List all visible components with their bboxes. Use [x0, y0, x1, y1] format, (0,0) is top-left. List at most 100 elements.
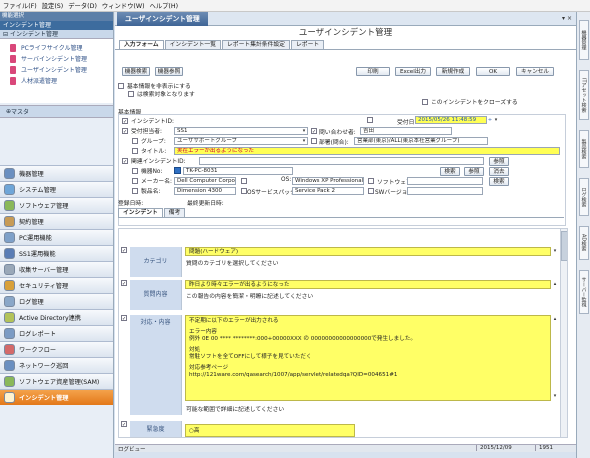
nav-active-directory[interactable]: Active Directory連携: [0, 309, 113, 325]
menu-settings[interactable]: 設定(S): [42, 1, 64, 10]
nav-equipment[interactable]: 機器管理: [0, 165, 113, 181]
os-checkbox[interactable]: [241, 178, 247, 184]
calendar-dropdown-icon[interactable]: ▾: [493, 117, 499, 123]
chevron-down-icon[interactable]: ▾: [552, 248, 558, 254]
right-tab-it-asset[interactable]: ITアセット検索: [579, 70, 589, 120]
nav-incident[interactable]: インシデント管理: [0, 389, 113, 405]
maker-checkbox[interactable]: [132, 177, 138, 184]
nav-network-patrol[interactable]: ネットワーク巡回: [0, 357, 113, 373]
dept-field[interactable]: 営業部(東京)/ALL(東京本社営業グループ): [354, 137, 488, 145]
submenu-item-staffing[interactable]: 人材派遣管理: [0, 75, 113, 86]
receiver-select[interactable]: SS1: [174, 127, 308, 135]
menu-help[interactable]: ヘルプ(H): [150, 1, 179, 10]
urgency-checkbox[interactable]: [121, 421, 127, 427]
excel-export-button[interactable]: Excel出力: [395, 67, 431, 76]
scroll-down-icon[interactable]: ▾: [552, 393, 558, 399]
print-button[interactable]: 印刷: [356, 67, 390, 76]
equipment-search-button[interactable]: 機器検索: [122, 67, 150, 76]
tab-incident-list[interactable]: インシデント一覧: [164, 40, 221, 49]
master-section[interactable]: ⊕ マスタ: [0, 105, 113, 118]
nav-software[interactable]: ソフトウェア管理: [0, 197, 113, 213]
category-select[interactable]: 問題(ハードウェア): [185, 247, 551, 256]
response-textarea[interactable]: 不定期に以下のエラーが出力される エラー内容 例外 0E 00 **** ***…: [185, 315, 551, 401]
related-checkbox[interactable]: [122, 157, 128, 164]
inquirer-field[interactable]: 吉田: [360, 127, 452, 135]
received-date-checkbox[interactable]: [367, 117, 373, 123]
chevron-down-icon[interactable]: ▾: [301, 138, 307, 144]
right-tab-server-monitor[interactable]: サーバー監視: [579, 270, 589, 314]
log-view-label[interactable]: ログビュー: [118, 445, 146, 453]
expand-icon[interactable]: ▴: [552, 281, 558, 287]
product-field[interactable]: Dimension 4300: [174, 187, 236, 195]
cancel-button[interactable]: キャンセル: [516, 67, 554, 76]
menu-data[interactable]: データ(D): [68, 1, 97, 10]
submenu-item-user-incident[interactable]: ユーザインシデント管理: [0, 64, 113, 75]
title-field[interactable]: 実在エラーが出るようになった: [174, 147, 560, 155]
group-checkbox[interactable]: [132, 137, 138, 144]
machine-checkbox[interactable]: [132, 167, 138, 174]
machine-field[interactable]: TK-PC-8031: [183, 167, 293, 175]
nav-contract[interactable]: 契約管理: [0, 213, 113, 229]
new-button[interactable]: 新規作成: [436, 67, 470, 76]
left-submenu-header[interactable]: ⊟ インシデント管理: [0, 30, 113, 39]
nav-workflow[interactable]: ワークフロー: [0, 341, 113, 357]
tab-notes[interactable]: 備考: [163, 208, 186, 217]
ok-button[interactable]: OK: [476, 67, 510, 76]
nav-log[interactable]: ログ管理: [0, 293, 113, 309]
scroll-up-icon[interactable]: ▴: [552, 316, 558, 322]
software-field[interactable]: [407, 177, 483, 185]
category-checkbox[interactable]: [121, 247, 127, 253]
incident-id-checkbox[interactable]: [122, 117, 128, 124]
nav-security[interactable]: セキュリティ管理: [0, 277, 113, 293]
window-tab[interactable]: ユーザインシデント管理: [117, 11, 208, 26]
maker-field[interactable]: Dell Computer Corpo: [174, 177, 236, 185]
window-controls[interactable]: ▾ ×: [562, 15, 572, 22]
question-field[interactable]: 昨日より時々エラーが出るようになった: [185, 280, 551, 289]
nav-pc-ops[interactable]: PC運用機能: [0, 229, 113, 245]
chevron-down-icon[interactable]: ▾: [301, 128, 307, 134]
product-checkbox[interactable]: [132, 187, 138, 194]
tab-report-conditions[interactable]: レポート集計条件設定: [222, 40, 290, 49]
tab-incident[interactable]: インシデント: [118, 208, 163, 217]
tab-input-form[interactable]: 入力フォーム: [119, 40, 164, 49]
hide-basic-checkbox[interactable]: [118, 82, 124, 89]
equipment-ref-button[interactable]: 機器参照: [155, 67, 183, 76]
machine-search-button[interactable]: 検索: [440, 167, 460, 176]
submenu-item-server-incident[interactable]: サーバインシデント管理: [0, 53, 113, 64]
group-select[interactable]: ユーザサポートグループ: [174, 137, 308, 145]
related-ref-button[interactable]: 参照: [489, 157, 509, 166]
tab-report[interactable]: レポート: [290, 40, 325, 49]
software-checkbox[interactable]: [368, 178, 374, 184]
swver-field[interactable]: [407, 187, 483, 195]
received-date-field[interactable]: 2015/05/26 11:48:59: [415, 116, 487, 124]
scrollbar-thumb[interactable]: [561, 231, 567, 261]
dept-checkbox[interactable]: [311, 138, 317, 144]
os-field[interactable]: Windows XP Professional: [292, 177, 364, 185]
right-tab-product[interactable]: 製品検索: [579, 130, 589, 168]
right-tab-ad[interactable]: AD検索: [579, 226, 589, 260]
machine-clear-button[interactable]: 消去: [489, 167, 509, 176]
nav-collect-server[interactable]: 収集サーバー管理: [0, 261, 113, 277]
close-incident-checkbox[interactable]: [422, 98, 428, 105]
detail-scrollbar[interactable]: [560, 229, 567, 437]
menu-file[interactable]: ファイル(F): [3, 1, 37, 10]
machine-ref-button[interactable]: 参照: [464, 167, 484, 176]
menu-window[interactable]: ウィンドウ(W): [102, 1, 145, 10]
nav-log-report[interactable]: ログレポート: [0, 325, 113, 341]
right-tab-log[interactable]: ログ検索: [579, 178, 589, 216]
right-tab-equipment[interactable]: 機器管理: [579, 20, 589, 60]
nav-sam[interactable]: ソフトウェア資産管理(SAM): [0, 373, 113, 389]
question-checkbox[interactable]: [121, 280, 127, 286]
nav-ss1-ops[interactable]: SS1運用機能: [0, 245, 113, 261]
nav-system[interactable]: システム管理: [0, 181, 113, 197]
submenu-item-pc-lifecycle[interactable]: PCライフサイクル管理: [0, 42, 113, 53]
swver-checkbox[interactable]: [368, 188, 374, 194]
title-checkbox[interactable]: [132, 147, 138, 154]
software-search-button[interactable]: 検索: [489, 177, 509, 186]
urgency-radio-high[interactable]: ○高: [185, 424, 355, 437]
inquirer-checkbox[interactable]: [311, 128, 317, 134]
receiver-checkbox[interactable]: [122, 127, 128, 134]
related-incident-field[interactable]: [199, 157, 484, 165]
close-incident-option[interactable]: このインシデントをクローズする: [422, 97, 518, 106]
ospack-field[interactable]: Service Pack 2: [292, 187, 364, 195]
